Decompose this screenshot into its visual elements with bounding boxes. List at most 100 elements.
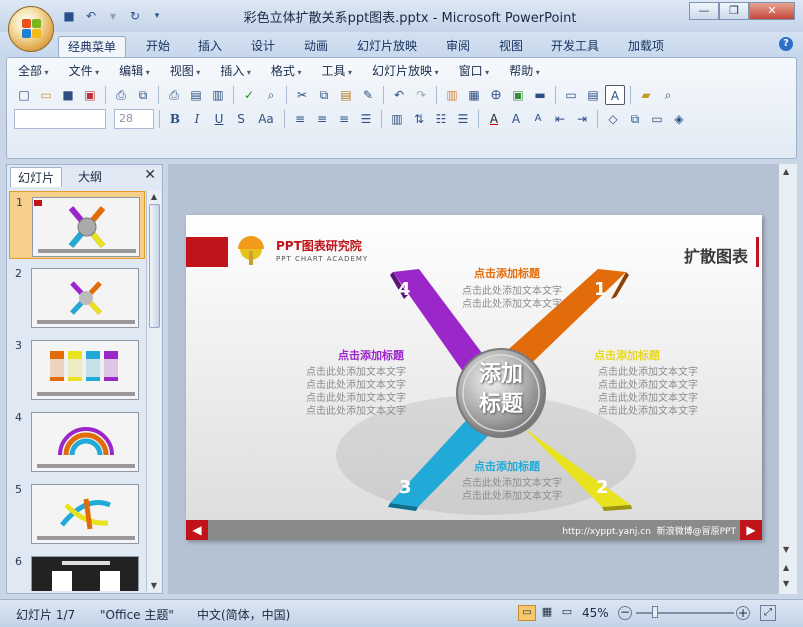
language[interactable]: 中文(简体，中国) (197, 606, 290, 623)
font-name-combo[interactable] (14, 109, 106, 129)
section-title-left[interactable]: 点击添加标题 (338, 347, 404, 363)
zoom-in-icon[interactable]: + (736, 606, 750, 620)
print-preview-icon[interactable]: ⎙ (111, 85, 131, 105)
menu-view[interactable]: 视图 (164, 62, 207, 80)
picture-icon[interactable]: ▣ (508, 85, 528, 105)
tab-addins[interactable]: 加载项 (616, 36, 676, 58)
tab-design[interactable]: 设计 (241, 36, 285, 58)
copy-icon[interactable]: ⧉ (314, 85, 334, 105)
section-title-top[interactable]: 点击添加标题 (474, 265, 540, 281)
tab-slideshow[interactable]: 幻灯片放映 (348, 36, 426, 58)
scroll-down-icon[interactable]: ▼ (783, 545, 789, 554)
quick-styles-icon[interactable]: ▭ (647, 109, 667, 129)
thumbnail-item[interactable]: 2 (9, 263, 145, 331)
format-painter-icon[interactable]: ✎ (358, 85, 378, 105)
redo-icon[interactable]: ▾ (104, 7, 122, 25)
align-left-icon[interactable]: ≡ (290, 109, 310, 129)
menu-edit[interactable]: 编辑 (113, 62, 156, 80)
hyperlink-icon[interactable]: 🜨 (486, 85, 506, 105)
thumbnail-item[interactable]: 6 (9, 551, 145, 591)
permission-icon[interactable]: ▣ (80, 85, 100, 105)
scroll-thumb[interactable] (149, 204, 160, 328)
textbox-icon[interactable]: A (605, 85, 625, 105)
slideshow-view-icon[interactable]: ▭ (558, 605, 576, 621)
tab-classic-menu[interactable]: 经典菜单 (58, 36, 126, 58)
menu-slideshow[interactable]: 幻灯片放映 (366, 62, 445, 80)
paste-icon[interactable]: ▤ (336, 85, 356, 105)
decrease-indent-icon[interactable]: ⇤ (550, 109, 570, 129)
section-body-bottom[interactable]: 点击此处添加文本文字 点击此处添加文本文字 (456, 477, 568, 503)
font-size-combo[interactable]: 28 (114, 109, 154, 129)
menu-insert[interactable]: 插入 (214, 62, 257, 80)
new-slide-icon[interactable]: ▭ (561, 85, 581, 105)
tab-view[interactable]: 视图 (489, 36, 533, 58)
print-icon[interactable]: ⎙ (164, 85, 184, 105)
help-icon[interactable]: ? (779, 37, 793, 51)
shrink-font-icon[interactable]: A (528, 109, 548, 129)
arrange-icon[interactable]: ⧉ (625, 109, 645, 129)
bullets-icon[interactable]: ☷ (431, 109, 451, 129)
change-case-icon[interactable]: Aa (253, 109, 279, 129)
scroll-up-icon[interactable]: ▲ (149, 192, 159, 201)
customize-qat-icon[interactable]: ▾ (148, 7, 166, 25)
close-panel-icon[interactable]: ✕ (144, 167, 156, 183)
columns-icon[interactable]: ▥ (387, 109, 407, 129)
slide-canvas[interactable]: PPT图表研究院 PPT CHART ACADEMY 扩散图表 1 2 3 4 … (186, 215, 762, 540)
save-icon[interactable]: ■ (60, 7, 78, 25)
align-center-icon[interactable]: ≡ (312, 109, 332, 129)
open-icon[interactable]: ▭ (36, 85, 56, 105)
thumbnail-item[interactable]: 5 (9, 479, 145, 547)
slide-sorter-icon[interactable]: ▦ (538, 605, 556, 621)
save-icon[interactable]: ■ (58, 85, 78, 105)
shape-fill-icon[interactable]: ◈ (669, 109, 689, 129)
layout-icon[interactable]: ▤ (583, 85, 603, 105)
new-icon[interactable]: □ (14, 85, 34, 105)
thumbnail-item[interactable]: 1 (9, 191, 145, 259)
tab-outline[interactable]: 大纲 (65, 167, 115, 187)
scroll-up-icon[interactable]: ▲ (783, 167, 789, 176)
center-title[interactable]: 添加 标题 (476, 360, 526, 420)
find-icon[interactable]: ⌕ (658, 85, 678, 105)
tab-insert[interactable]: 插入 (188, 36, 232, 58)
thumbnail-scrollbar[interactable]: ▲ ▼ (146, 190, 161, 592)
cut-icon[interactable]: ✂ (292, 85, 312, 105)
thumbnail-item[interactable]: 4 (9, 407, 145, 475)
menu-file[interactable]: 文件 (63, 62, 106, 80)
thumbnail-item[interactable]: 3 (9, 335, 145, 403)
repeat-icon[interactable]: ↻ (126, 7, 144, 25)
italic-icon[interactable]: I (187, 109, 207, 129)
grow-font-icon[interactable]: A (506, 109, 526, 129)
restore-button[interactable]: ❐ (719, 2, 749, 20)
editor-scrollbar[interactable]: ▲ ▼ ▲ ▼ (778, 164, 797, 594)
fit-to-window-icon[interactable]: ⤢ (760, 605, 776, 621)
section-body-left[interactable]: 点击此处添加文本文字 点击此处添加文本文字 点击此处添加文本文字 点击此处添加文… (300, 366, 412, 418)
office-button[interactable] (8, 6, 54, 52)
align-right-icon[interactable]: ≡ (334, 109, 354, 129)
numbering-icon[interactable]: ☰ (453, 109, 473, 129)
preview-icon[interactable]: ▤ (186, 85, 206, 105)
tab-slides[interactable]: 幻灯片 (10, 167, 62, 187)
publish-icon[interactable]: ⧉ (133, 85, 153, 105)
zoom-slider-thumb[interactable] (652, 606, 658, 618)
next-arrow-icon[interactable]: ▶ (740, 520, 762, 540)
text-direction-icon[interactable]: ⇅ (409, 109, 429, 129)
section-body-top[interactable]: 点击此处添加文本文字 点击此处添加文本文字 (456, 285, 568, 311)
previous-slide-icon[interactable]: ▲ (783, 563, 789, 572)
section-title-bottom[interactable]: 点击添加标题 (474, 458, 540, 474)
window-icon[interactable]: ▥ (208, 85, 228, 105)
shapes-icon[interactable]: ◇ (603, 109, 623, 129)
font-color-icon[interactable]: A (484, 109, 504, 129)
minimize-button[interactable]: — (689, 2, 719, 20)
zoom-out-icon[interactable]: − (618, 606, 632, 620)
bold-icon[interactable]: B (165, 109, 185, 129)
undo-icon[interactable]: ↶ (82, 7, 100, 25)
menu-help[interactable]: 帮助 (503, 62, 546, 80)
theme-name[interactable]: "Office 主题" (100, 606, 174, 623)
chart-icon[interactable]: ▥ (442, 85, 462, 105)
menu-tools[interactable]: 工具 (315, 62, 358, 80)
zoom-level[interactable]: 45% (582, 606, 609, 620)
prev-arrow-icon[interactable]: ◀ (186, 520, 208, 540)
redo-icon[interactable]: ↷ (411, 85, 431, 105)
table-icon[interactable]: ▦ (464, 85, 484, 105)
close-button[interactable]: ✕ (749, 2, 795, 20)
